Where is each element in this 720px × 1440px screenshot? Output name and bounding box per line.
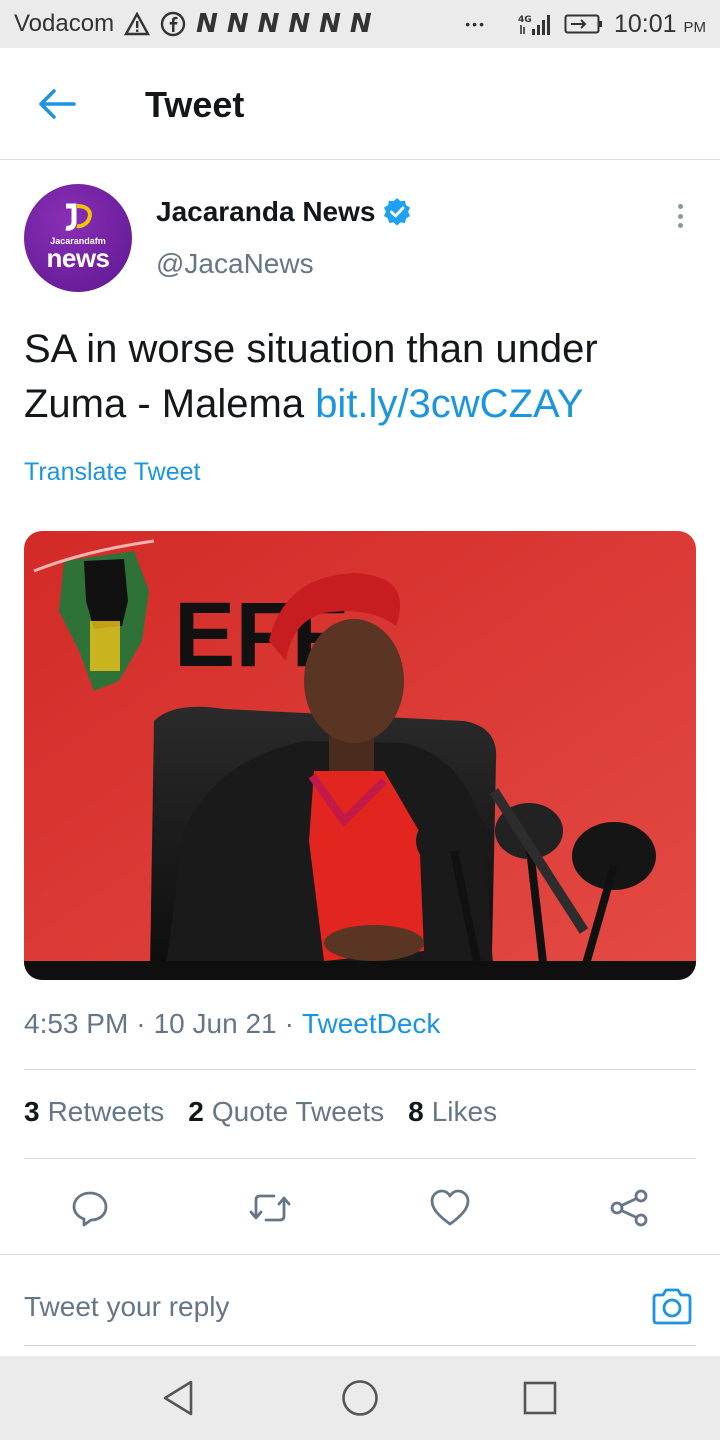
avatar-brand-big: news [46, 243, 110, 273]
likes-label: Likes [431, 1096, 498, 1127]
share-button[interactable] [601, 1180, 657, 1236]
retweets-count: 3 [24, 1096, 40, 1127]
retweet-icon [249, 1194, 291, 1222]
author-name-row[interactable]: Jacaranda News [156, 196, 411, 228]
carrier-name: Vodacom [14, 10, 115, 37]
verified-badge-icon [384, 198, 411, 226]
system-nav-bar [0, 1356, 720, 1440]
page-title: Tweet [145, 84, 245, 125]
meta-separator: · [284, 1008, 294, 1039]
news24-icon: N [196, 9, 218, 39]
like-icon [430, 1189, 470, 1226]
share-icon [610, 1189, 648, 1227]
camera-button[interactable] [650, 1285, 694, 1329]
quote-tweets-stat[interactable]: 2 Quote Tweets [188, 1096, 384, 1128]
tweet-date: 10 Jun 21 [153, 1008, 277, 1039]
nav-recents-button[interactable] [520, 1378, 560, 1418]
more-dot [677, 204, 683, 209]
top-app-bar: Tweet [0, 48, 720, 160]
tweet-link[interactable]: bit.ly/3cwCZAY [315, 382, 583, 426]
back-triangle-icon [163, 1380, 193, 1416]
home-circle-icon [342, 1380, 378, 1416]
more-options-button[interactable] [668, 200, 692, 232]
warning-icon [124, 12, 151, 36]
signal-icon: 4G [518, 12, 554, 36]
meta-separator: · [136, 1008, 146, 1039]
author-handle[interactable]: @JacaNews [156, 248, 314, 280]
battery-icon [564, 13, 604, 35]
status-left: Vodacom N N N N N N [14, 9, 372, 39]
engagement-stats: 3 Retweets 2 Quote Tweets 8 Likes [24, 1096, 497, 1128]
news24-icon: N [226, 9, 249, 39]
news24-icon: N [319, 9, 341, 39]
avatar[interactable]: Jacarandafm news [24, 184, 132, 292]
tweet-time: 4:53 PM [24, 1008, 129, 1039]
tweet-photo: EFF [24, 531, 696, 980]
more-dot [677, 213, 683, 219]
nav-home-button[interactable] [340, 1378, 380, 1418]
retweets-stat[interactable]: 3 Retweets [24, 1096, 164, 1128]
retweets-label: Retweets [47, 1096, 165, 1127]
clock-suffix: PM [683, 18, 707, 36]
clock-time: 10:01 [613, 9, 677, 38]
author-name[interactable]: Jacaranda News [156, 196, 375, 228]
reply-underline [24, 1345, 696, 1346]
reply-input[interactable]: Tweet your reply [24, 1291, 229, 1323]
tweet-source-link[interactable]: TweetDeck [302, 1008, 441, 1040]
divider [24, 1158, 696, 1159]
more-notifications-icon: ••• [465, 16, 486, 32]
quotes-count: 2 [188, 1096, 204, 1127]
retweet-button[interactable] [242, 1180, 298, 1236]
nav-back-button[interactable] [158, 1378, 198, 1418]
status-bar: Vodacom N N N N N N ••• 4G 10:01 PM [0, 0, 720, 48]
news24-icon: N [349, 9, 372, 39]
likes-stat[interactable]: 8 Likes [408, 1096, 497, 1128]
tweet-image[interactable]: EFF [24, 531, 696, 980]
like-button[interactable] [422, 1180, 478, 1236]
reply-icon [72, 1191, 108, 1227]
translate-tweet-link[interactable]: Translate Tweet [24, 458, 200, 487]
likes-count: 8 [408, 1096, 424, 1127]
reply-bar: Tweet your reply [0, 1254, 720, 1356]
tweet-actions [0, 1180, 720, 1236]
status-right: ••• 4G 10:01 PM [465, 10, 706, 39]
camera-icon [652, 1288, 692, 1325]
reply-button[interactable] [62, 1180, 118, 1236]
facebook-icon [160, 11, 186, 37]
quotes-label: Quote Tweets [211, 1096, 385, 1127]
news24-icon: N [288, 9, 310, 39]
jacaranda-logo-icon [62, 202, 94, 237]
network-type-label: 4G [518, 15, 532, 25]
clock: 10:01 PM [614, 10, 706, 39]
arrow-left-icon [39, 89, 76, 119]
news24-icon: N [257, 9, 280, 39]
recents-square-icon [523, 1381, 557, 1415]
tweet-text: SA in worse situation than under Zuma - … [24, 322, 694, 432]
tweet-meta: 4:53 PM · 10 Jun 21 · TweetDeck [24, 1008, 440, 1040]
more-dot [677, 223, 683, 228]
back-button[interactable] [34, 84, 78, 124]
divider [24, 1069, 696, 1070]
